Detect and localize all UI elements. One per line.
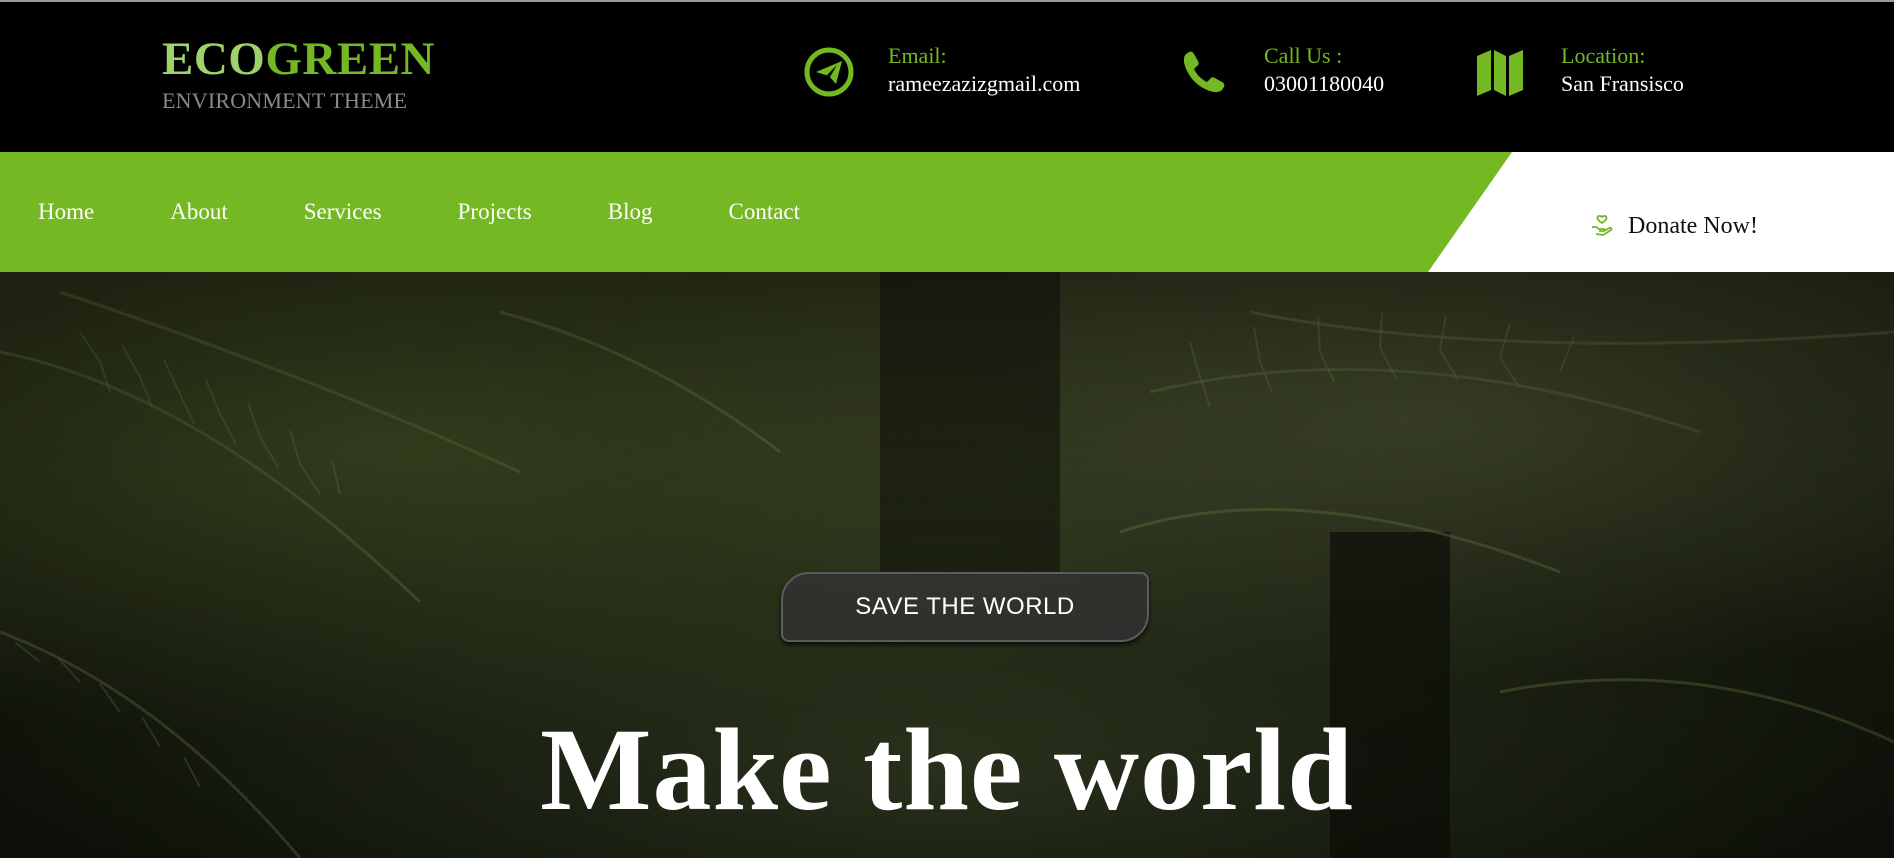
nav-item-home[interactable]: Home [0, 152, 132, 272]
location-value: San Fransisco [1561, 71, 1684, 96]
logo[interactable]: ECOGREEN ENVIRONMENT THEME [162, 36, 435, 114]
contact-email: Email: rameezazizgmail.com [803, 42, 1123, 104]
phone-icon [1183, 51, 1225, 93]
donate-label: Donate Now! [1628, 212, 1758, 239]
top-header: ECOGREEN ENVIRONMENT THEME Email: rameez… [0, 2, 1894, 152]
save-the-world-badge[interactable]: SAVE THE WORLD [781, 572, 1149, 642]
email-label: Email: [888, 43, 947, 68]
map-icon [1477, 50, 1523, 96]
hero-section: SAVE THE WORLD Make the world [0, 272, 1894, 858]
logo-title-eco: ECO [162, 33, 266, 85]
call-value[interactable]: 03001180040 [1264, 70, 1384, 98]
contact-phone: Call Us : 03001180040 [1178, 42, 1438, 104]
nav-item-projects[interactable]: Projects [420, 152, 570, 272]
logo-title: ECOGREEN [162, 36, 435, 83]
nav-menu: Home About Services Projects Blog Contac… [0, 152, 838, 272]
location-label: Location: [1561, 43, 1646, 68]
donate-button[interactable]: Donate Now! [1590, 208, 1758, 244]
donate-hand-icon [1592, 215, 1613, 236]
nav-item-blog[interactable]: Blog [570, 152, 691, 272]
hero-headline: Make the world [540, 704, 1354, 835]
email-value[interactable]: rameezazizgmail.com [888, 70, 1080, 98]
logo-title-green: GREEN [265, 33, 435, 85]
paper-plane-icon [804, 47, 854, 97]
nav-item-services[interactable]: Services [266, 152, 420, 272]
nav-item-about[interactable]: About [132, 152, 266, 272]
logo-subtitle: ENVIRONMENT THEME [162, 88, 408, 113]
main-nav: Home About Services Projects Blog Contac… [0, 152, 1894, 272]
nav-item-contact[interactable]: Contact [690, 152, 838, 272]
call-label: Call Us : [1264, 43, 1343, 68]
contact-location: Location: San Fransisco [1474, 42, 1734, 104]
